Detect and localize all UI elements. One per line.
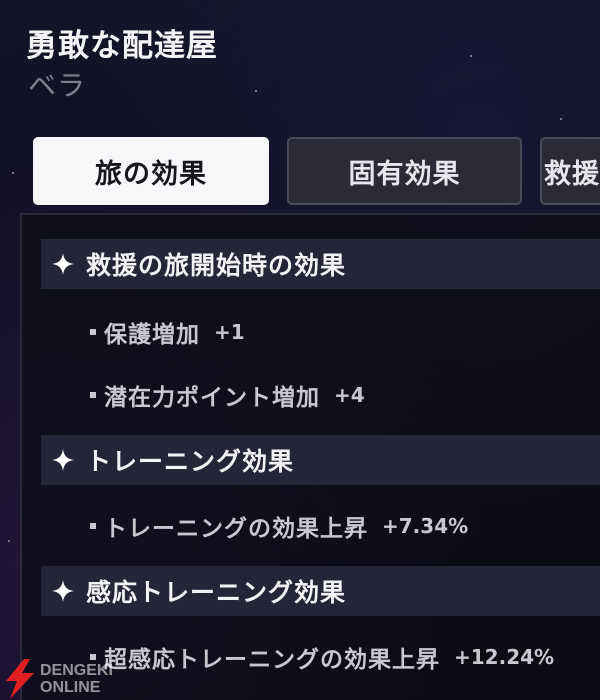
sparkle-icon xyxy=(48,445,78,475)
background-star xyxy=(560,118,562,120)
background-star xyxy=(255,90,257,92)
section-header-label: 救援の旅開始時の効果 xyxy=(86,251,347,280)
effect-item: 潜在力ポイント増加 +4 xyxy=(90,378,365,412)
effect-item: トレーニングの効果上昇 +7.34% xyxy=(90,509,468,543)
sparkle-icon xyxy=(48,576,78,606)
tab-unique-effects[interactable]: 固有効果 xyxy=(287,137,522,205)
section-header-resonance-training: 感応トレーニング効果 xyxy=(41,566,600,616)
watermark-line2: ONLINE xyxy=(40,679,101,696)
effect-value: +4 xyxy=(334,383,365,407)
effect-name: 超感応トレーニングの効果上昇 xyxy=(104,647,440,673)
tab-bar: 旅の効果 固有効果 救援 xyxy=(33,137,600,207)
background-star xyxy=(8,540,10,542)
effect-value: +7.34% xyxy=(382,514,469,538)
section-header-label: トレーニング効果 xyxy=(86,447,295,476)
lightning-bolt-icon xyxy=(6,659,34,699)
sparkle-icon xyxy=(48,249,78,279)
effect-name: 潜在力ポイント増加 xyxy=(104,385,320,411)
section-header-rescue-start: 救援の旅開始時の効果 xyxy=(41,239,600,289)
effect-item: 超感応トレーニングの効果上昇 +12.24% xyxy=(90,640,554,674)
effect-name: 保護増加 xyxy=(104,322,200,348)
section-header-training: トレーニング効果 xyxy=(41,435,600,485)
character-name: ベラ xyxy=(28,69,87,102)
section-header-label: 感応トレーニング効果 xyxy=(86,578,347,607)
tab-journey-effects[interactable]: 旅の効果 xyxy=(33,137,269,205)
effect-item: 保護増加 +1 xyxy=(90,315,245,349)
effect-name: トレーニングの効果上昇 xyxy=(104,516,368,542)
bullet-icon xyxy=(90,392,96,398)
background-star xyxy=(12,172,14,174)
background-star xyxy=(470,55,472,57)
watermark-logo: DENGEKI ONLINE xyxy=(2,658,132,700)
tab-rescue[interactable]: 救援 xyxy=(540,137,600,205)
effect-value: +12.24% xyxy=(454,645,555,669)
character-title: 勇敢な配達屋 xyxy=(26,28,218,64)
effect-value: +1 xyxy=(214,320,245,344)
bullet-icon xyxy=(90,523,96,529)
watermark-line1: DENGEKI xyxy=(40,662,113,679)
bullet-icon xyxy=(90,329,96,335)
